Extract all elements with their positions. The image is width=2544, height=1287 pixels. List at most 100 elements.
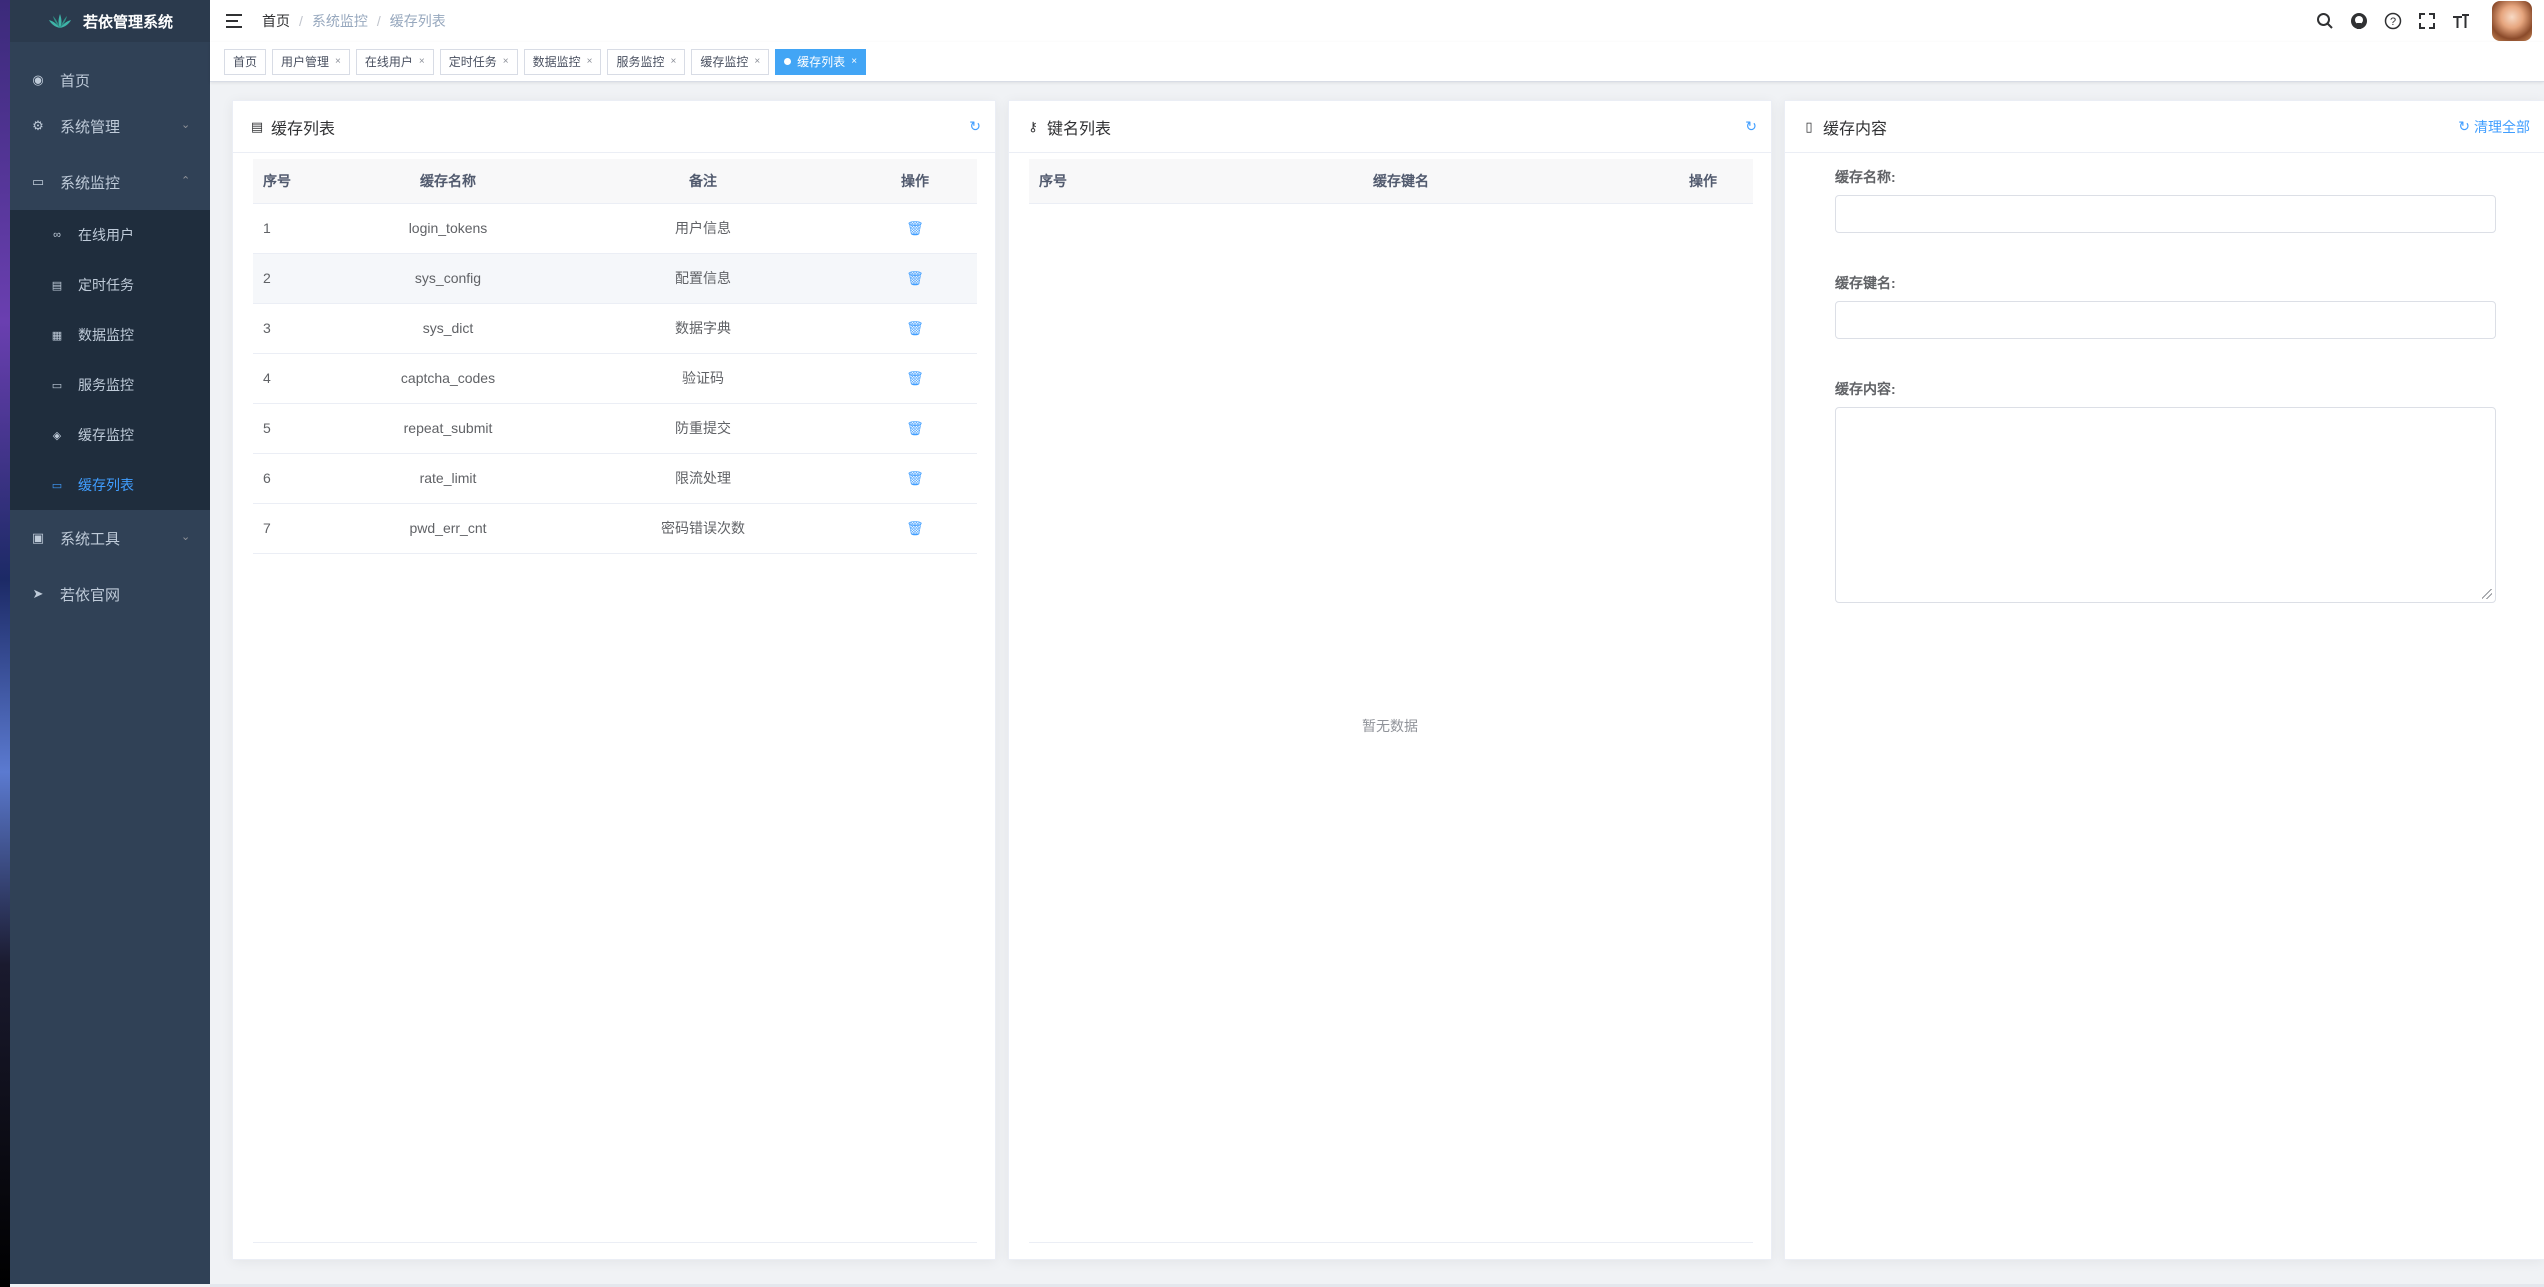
cell-action: 🗑: [853, 303, 977, 354]
empty-text: 暂无数据: [1362, 718, 1418, 734]
cache-content-form: 缓存名称: 缓存键名: 缓存内容:: [1835, 167, 2496, 603]
cell-name: login_tokens: [343, 203, 553, 254]
close-icon[interactable]: ×: [754, 56, 760, 67]
sidebar-item-monitor[interactable]: ▭ 系统监控 ⌃: [10, 154, 210, 210]
tag-user[interactable]: 用户管理 ×: [272, 48, 350, 75]
tag-druid[interactable]: 数据监控 ×: [523, 48, 602, 75]
table-row[interactable]: 4 captcha_codes 验证码 🗑: [253, 353, 977, 404]
sidebar-logo[interactable]: 若依管理系统: [10, 0, 210, 42]
tag-job[interactable]: 定时任务 ×: [439, 48, 518, 75]
sidebar-item-server[interactable]: ▭ 服务监控: [10, 360, 210, 410]
cache-name-label: 缓存名称:: [1835, 169, 1896, 185]
sidebar-item-label: 若依官网: [60, 586, 121, 604]
cell-no: 2: [253, 253, 343, 304]
table-row[interactable]: 5 repeat_submit 防重提交 🗑: [253, 403, 977, 454]
tags-view: 首页 用户管理 × 在线用户 × 定时任务 × 数据监控 × 服务监控 × 缓存监控 × 缓…: [210, 42, 2544, 82]
fullscreen-icon[interactable]: [2410, 0, 2444, 42]
send-icon: ➤: [32, 586, 44, 601]
font-size-icon[interactable]: [2444, 0, 2478, 42]
refresh-button[interactable]: ↻: [1745, 118, 1757, 135]
delete-icon[interactable]: 🗑: [906, 470, 924, 486]
cell-no: 7: [253, 503, 343, 554]
search-icon[interactable]: [2308, 0, 2342, 42]
table-row[interactable]: 6 rate_limit 限流处理 🗑: [253, 453, 977, 504]
sidebar-item-home[interactable]: ◉ 首页: [10, 62, 210, 98]
redis-list-icon: ▭: [51, 479, 63, 492]
close-icon[interactable]: ×: [670, 56, 676, 67]
sidebar-item-label: 系统工具: [60, 530, 121, 548]
cell-no: 4: [253, 353, 343, 404]
tag-cache[interactable]: 缓存监控 ×: [691, 48, 770, 75]
table-row[interactable]: 2 sys_config 配置信息 🗑: [253, 253, 977, 304]
hamburger-icon[interactable]: [226, 10, 248, 32]
breadcrumb-item: 缓存列表: [389, 13, 446, 29]
cache-key-input[interactable]: [1835, 301, 2496, 339]
document-icon: ▯: [1805, 118, 1813, 134]
close-icon[interactable]: ×: [587, 56, 593, 67]
druid-icon: ▦: [51, 329, 63, 342]
question-icon[interactable]: ?: [2376, 0, 2410, 42]
sidebar-item-label: 数据监控: [78, 327, 134, 343]
cell-no: 5: [253, 403, 343, 454]
cell-action: 🗑: [853, 503, 977, 554]
active-dot-icon: [784, 58, 792, 65]
github-icon[interactable]: [2342, 0, 2376, 42]
delete-icon[interactable]: 🗑: [906, 320, 924, 336]
tag-home[interactable]: 首页: [224, 48, 267, 75]
cache-content-label: 缓存内容:: [1835, 381, 1896, 397]
app-title: 若依管理系统: [82, 13, 173, 31]
cache-name-input[interactable]: [1835, 195, 2496, 233]
card-header: ⚷ 键名列表 ↻: [1009, 101, 1771, 153]
sidebar: 若依管理系统 ◉ 首页 ⚙ 系统管理 ⌄ ▭ 系统监控 ⌃ ∞ 在线用户 ▤ 定…: [10, 0, 210, 1284]
cache-table: 序号 缓存名称 备注 操作 1 login_tokens 用户信息 🗑 2 sy…: [253, 159, 977, 554]
breadcrumb-item[interactable]: 首页: [262, 11, 290, 31]
svg-text:?: ?: [2390, 16, 2396, 28]
sidebar-item-cache-list[interactable]: ▭ 缓存列表: [10, 460, 210, 510]
sidebar-item-job[interactable]: ▤ 定时任务: [10, 260, 210, 310]
delete-icon[interactable]: 🗑: [906, 270, 924, 286]
table-row[interactable]: 1 login_tokens 用户信息 🗑: [253, 203, 977, 254]
redis-icon: ◈: [52, 429, 62, 442]
close-icon[interactable]: ×: [851, 56, 857, 67]
sidebar-item-online[interactable]: ∞ 在线用户: [10, 210, 210, 260]
delete-icon[interactable]: 🗑: [906, 220, 924, 236]
sidebar-item-label: 缓存列表: [78, 477, 134, 493]
breadcrumb-separator: /: [376, 13, 381, 29]
sidebar-item-cache[interactable]: ◈ 缓存监控: [10, 410, 210, 460]
close-icon[interactable]: ×: [503, 56, 509, 67]
column-header: 缓存键名: [1149, 159, 1653, 204]
cell-name: sys_config: [343, 253, 553, 304]
cell-name: pwd_err_cnt: [343, 503, 553, 554]
tag-label: 定时任务: [448, 55, 497, 69]
sidebar-item-druid[interactable]: ▦ 数据监控: [10, 310, 210, 360]
monitor-icon: ▭: [31, 174, 45, 189]
tag-cache-list[interactable]: 缓存列表 ×: [775, 48, 867, 75]
sidebar-item-website[interactable]: ➤ 若依官网: [10, 566, 210, 622]
delete-icon[interactable]: 🗑: [906, 420, 924, 436]
divider: [253, 1242, 977, 1243]
key-list-card: ⚷ 键名列表 ↻ 序号 缓存键名 操作 暂无数据: [1008, 100, 1772, 1260]
chevron-down-icon: ⌄: [181, 531, 191, 543]
tag-server[interactable]: 服务监控 ×: [607, 48, 686, 75]
sidebar-item-system[interactable]: ⚙ 系统管理 ⌄: [10, 98, 210, 154]
avatar[interactable]: [2492, 1, 2532, 41]
clear-all-label: 清理全部: [2474, 118, 2530, 135]
chevron-up-icon: ⌃: [181, 175, 191, 187]
sidebar-item-tool[interactable]: ▣ 系统工具 ⌄: [10, 510, 210, 566]
sidebar-item-label: 缓存监控: [78, 427, 134, 443]
tag-label: 用户管理: [281, 55, 330, 69]
clear-all-button[interactable]: ↻ 清理全部: [2458, 117, 2530, 137]
close-icon[interactable]: ×: [335, 56, 341, 67]
refresh-icon: ↻: [2458, 118, 2470, 134]
refresh-button[interactable]: ↻: [969, 118, 981, 135]
tag-online[interactable]: 在线用户 ×: [355, 48, 434, 75]
cache-content-textarea[interactable]: [1835, 407, 2496, 603]
tag-label: 缓存监控: [700, 55, 749, 69]
delete-icon[interactable]: 🗑: [906, 370, 924, 386]
close-icon[interactable]: ×: [419, 56, 425, 67]
column-header: 序号: [1029, 159, 1149, 204]
table-row[interactable]: 3 sys_dict 数据字典 🗑: [253, 303, 977, 354]
tag-label: 首页: [233, 55, 258, 69]
table-row[interactable]: 7 pwd_err_cnt 密码错误次数 🗑: [253, 503, 977, 554]
delete-icon[interactable]: 🗑: [906, 520, 924, 536]
